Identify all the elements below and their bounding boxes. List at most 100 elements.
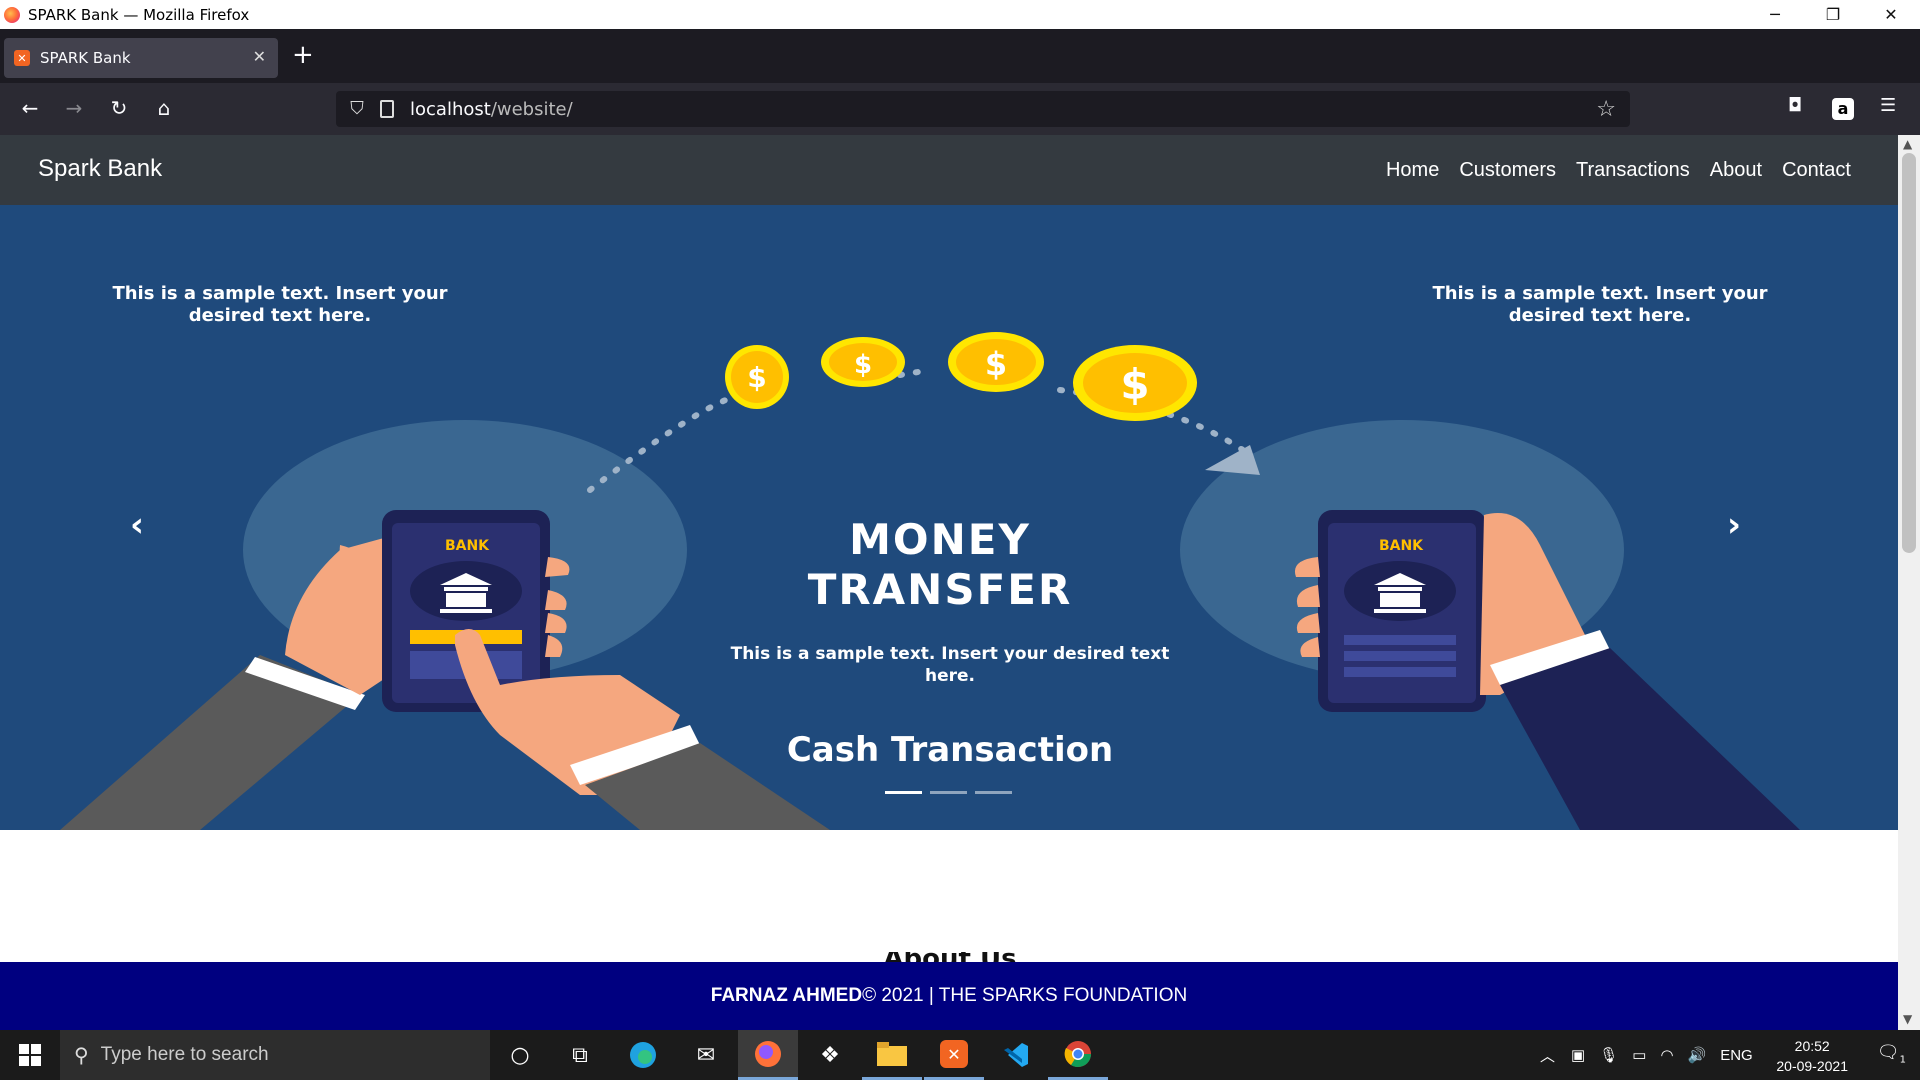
svg-text:✕: ✕ [947,1045,960,1064]
carousel-indicator-3[interactable] [975,791,1012,794]
new-tab-button[interactable]: + [292,42,314,68]
scroll-up-icon[interactable]: ▲ [1903,137,1912,151]
carousel-indicators [885,791,1012,794]
vscode-icon[interactable] [986,1030,1046,1080]
taskbar-clock[interactable]: 20:52 20-09-2021 [1776,1036,1848,1076]
carousel-indicator-1[interactable] [885,791,922,794]
footer-author: FARNAZ AHMED [710,985,863,1006]
xampp-icon: ✕ [14,50,30,66]
scrollbar-thumb[interactable] [1902,153,1916,553]
wifi-icon[interactable]: ◠ [1660,1046,1673,1064]
carousel-caption: Cash Transaction [786,730,1114,770]
nav-transactions[interactable]: Transactions [1576,159,1690,182]
start-button[interactable] [0,1030,60,1080]
minimize-button[interactable]: ─ [1746,0,1804,29]
svg-text:$: $ [985,345,1007,383]
coin-3: $ [948,332,1044,392]
coin-2: $ [821,337,905,387]
search-placeholder: Type here to search [100,1044,269,1065]
svg-text:BANK: BANK [1379,538,1424,554]
window-titlebar: SPARK Bank — Mozilla Firefox ─ ❐ ✕ [0,0,1920,29]
svg-text:BANK: BANK [445,538,490,554]
search-icon: ⚲ [74,1044,89,1067]
restore-button[interactable]: ❐ [1804,0,1862,29]
cortana-icon[interactable]: ○ [490,1030,550,1080]
site-navbar: Spark Bank Home Customers Transactions A… [0,135,1898,205]
battery-icon[interactable]: ▭ [1632,1046,1646,1064]
xampp-taskbar-icon[interactable]: ✕ [924,1030,984,1080]
nav-customers[interactable]: Customers [1459,159,1556,182]
svg-text:$: $ [1120,360,1149,409]
windows-taskbar: ⚲ Type here to search ○ ⧉ ✉ ❖ ✕ ︿ ▣ 🎙 ▭ … [0,1030,1920,1080]
page-viewport: Spark Bank Home Customers Transactions A… [0,135,1898,1030]
browser-toolbar: ← → ↻ ⌂ ⛉ localhost/website/ ☆ ◘ a ☰ [0,83,1920,135]
amazon-extension-icon[interactable]: a [1832,98,1854,120]
firefox-taskbar-icon[interactable] [738,1030,798,1080]
site-menu: Home Customers Transactions About Contac… [1386,159,1851,182]
clock-date: 20-09-2021 [1776,1058,1848,1074]
show-hidden-icons-icon[interactable]: ︿ [1540,1045,1555,1066]
mail-icon[interactable]: ✉ [676,1030,736,1080]
browser-tab[interactable]: ✕ SPARK Bank ✕ [4,38,278,78]
system-tray: ︿ ▣ 🎙 ▭ ◠ 🔊 ENG [1540,1030,1753,1080]
language-indicator[interactable]: ENG [1720,1047,1753,1064]
home-icon[interactable]: ⌂ [151,96,177,120]
hero-title-line1: MONEY [849,515,1031,564]
url-bar[interactable]: ⛉ localhost/website/ ☆ [336,91,1630,127]
taskbar-search[interactable]: ⚲ Type here to search [60,1030,490,1080]
meet-now-icon[interactable]: ▣ [1571,1046,1585,1064]
firefox-icon [4,6,20,23]
forward-icon[interactable]: → [61,96,87,120]
svg-text:$: $ [747,361,766,394]
tab-strip: ✕ SPARK Bank ✕ + [0,29,1920,83]
nav-contact[interactable]: Contact [1782,159,1851,182]
chrome-icon[interactable] [1048,1030,1108,1080]
tab-close-icon[interactable]: ✕ [253,47,266,66]
task-view-icon[interactable]: ⧉ [550,1030,610,1080]
close-window-button[interactable]: ✕ [1862,0,1920,29]
window-title: SPARK Bank — Mozilla Firefox [28,5,250,24]
bookmark-star-icon[interactable]: ☆ [1596,97,1616,122]
back-icon[interactable]: ← [17,96,43,120]
hero-right-text: This is a sample text. Insert your desir… [1432,283,1768,326]
about-heading: About Us [860,952,1040,962]
footer-copyright: © 2021 | THE SPARKS FOUNDATION [862,985,1188,1006]
microphone-icon[interactable]: 🎙 [1599,1046,1618,1064]
edge-icon[interactable] [613,1030,673,1080]
carousel-indicator-2[interactable] [930,791,967,794]
file-explorer-icon[interactable] [862,1030,922,1080]
hero-carousel: $ $ $ $ BANK BANK This is a sample text.… [0,205,1898,830]
nav-home[interactable]: Home [1386,159,1439,182]
dropbox-icon[interactable]: ❖ [800,1030,860,1080]
coin-4: $ [1073,345,1197,421]
volume-icon[interactable]: 🔊 [1688,1046,1707,1064]
notification-center-icon[interactable]: 🗨1 [1877,1042,1906,1066]
hero-title-line2: TRANSFER [807,565,1073,614]
about-heading-peek: About Us [860,952,1040,962]
notification-count: 1 [1899,1054,1906,1066]
scroll-down-icon[interactable]: ▼ [1903,1012,1912,1026]
url-text[interactable]: localhost/website/ [410,99,573,120]
window-controls: ─ ❐ ✕ [1746,0,1920,29]
clock-time: 20:52 [1794,1038,1830,1054]
carousel-next-icon[interactable]: › [1727,505,1741,545]
pocket-icon[interactable]: ◘ [1788,95,1802,116]
reload-icon[interactable]: ↻ [106,96,132,120]
page-info-icon[interactable] [380,100,394,118]
url-host: localhost [410,98,491,120]
app-menu-icon[interactable]: ☰ [1880,95,1896,116]
windows-logo-icon [19,1044,41,1066]
url-path: /website/ [490,98,573,120]
site-footer: FARNAZ AHMED © 2021 | THE SPARKS FOUNDAT… [0,962,1898,1030]
tab-title: SPARK Bank [40,49,131,67]
coin-1: $ [725,345,789,409]
svg-text:$: $ [854,350,872,380]
hero-left-text: This is a sample text. Insert your desir… [112,283,448,326]
page-scrollbar[interactable]: ▲ ▼ [1898,135,1920,1030]
nav-about[interactable]: About [1710,159,1762,182]
hero-subtitle: This is a sample text. Insert your desir… [730,644,1170,686]
tracking-shield-icon[interactable]: ⛉ [346,98,368,120]
hero-title: MONEY TRANSFER [750,515,1130,615]
site-brand[interactable]: Spark Bank [38,155,162,183]
carousel-prev-icon[interactable]: ‹ [130,505,144,545]
